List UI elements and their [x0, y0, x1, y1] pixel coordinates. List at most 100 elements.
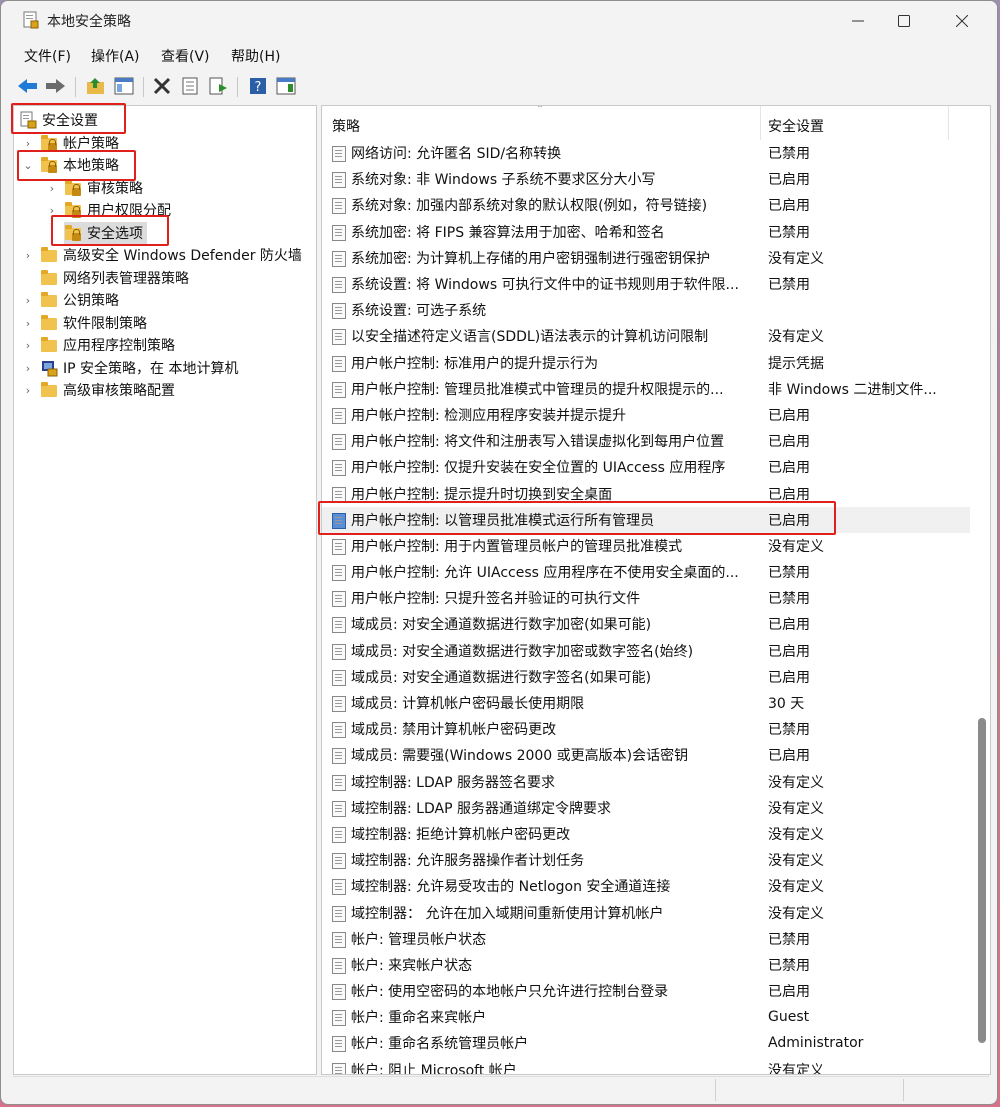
toolbar-separator [237, 77, 238, 97]
delete-x-icon [153, 77, 171, 95]
policy-name: 用户帐户控制: 仅提升安装在安全位置的 UIAccess 应用程序 [351, 460, 726, 477]
menu-help[interactable]: 帮助(H) [231, 46, 280, 66]
table-row[interactable]: 域控制器: LDAP 服务器通道绑定令牌要求 没有定义 [322, 795, 970, 821]
tree-item-security-options[interactable]: 安全选项 [64, 222, 147, 244]
minimize-button[interactable] [835, 7, 881, 35]
tree-item-label: 安全选项 [87, 226, 143, 242]
chevron-right-icon[interactable]: › [22, 137, 34, 150]
chevron-right-icon[interactable]: › [22, 339, 34, 352]
policy-name: 用户帐户控制: 检测应用程序安装并提示提升 [351, 407, 627, 424]
table-row[interactable]: 用户帐户控制: 用于内置管理员帐户的管理员批准模式 没有定义 [322, 533, 970, 559]
chevron-right-icon[interactable]: › [22, 317, 34, 330]
column-divider[interactable] [760, 106, 761, 140]
tree-item-public-key[interactable]: › 公钥策略 [22, 289, 119, 311]
chevron-right-icon[interactable]: › [46, 182, 58, 195]
table-row[interactable]: 帐户: 来宾帐户状态 已禁用 [322, 952, 970, 978]
table-row[interactable]: 系统加密: 为计算机上存储的用户密钥强制进行强密钥保护 没有定义 [322, 245, 970, 271]
tree-item-label: 本地策略 [63, 158, 119, 174]
policy-name: 域成员: 计算机帐户密码最长使用期限 [351, 696, 585, 713]
table-row[interactable]: 用户帐户控制: 检测应用程序安装并提示提升 已启用 [322, 402, 970, 428]
table-row[interactable]: 以安全描述符定义语言(SDDL)语法表示的计算机访问限制 没有定义 [322, 323, 970, 349]
chevron-right-icon[interactable]: › [46, 204, 58, 217]
table-row[interactable]: 域控制器: 拒绝计算机帐户密码更改 没有定义 [322, 821, 970, 847]
column-header-policy[interactable]: 策略 [332, 116, 360, 136]
menu-action[interactable]: 操作(A) [91, 46, 140, 66]
policy-icon [330, 1035, 346, 1053]
table-row[interactable]: 域成员: 需要强(Windows 2000 或更高版本)会话密钥 已启用 [322, 742, 970, 768]
tree-item-software-restriction[interactable]: › 软件限制策略 [22, 312, 147, 334]
table-row[interactable]: 帐户: 管理员帐户状态 已禁用 [322, 926, 970, 952]
table-row[interactable]: 域成员: 计算机帐户密码最长使用期限 30 天 [322, 690, 970, 716]
table-row[interactable]: 域成员: 对安全通道数据进行数字加密或数字签名(始终) 已启用 [322, 638, 970, 664]
table-row[interactable]: 网络访问: 允许匿名 SID/名称转换 已禁用 [322, 140, 970, 166]
tree-item-advanced-audit[interactable]: › 高级审核策略配置 [22, 379, 175, 401]
policy-name: 用户帐户控制: 允许 UIAccess 应用程序在不使用安全桌面的... [351, 565, 739, 582]
table-row[interactable]: 域成员: 对安全通道数据进行数字签名(如果可能) 已启用 [322, 664, 970, 690]
table-row[interactable]: 域控制器： 允许在加入域期间重新使用计算机帐户 没有定义 [322, 899, 970, 925]
chevron-right-icon[interactable]: › [22, 249, 34, 262]
table-row[interactable]: 用户帐户控制: 允许 UIAccess 应用程序在不使用安全桌面的... 已禁用 [322, 559, 970, 585]
show-hide-tree-button[interactable] [113, 75, 135, 97]
tree-item-security-settings[interactable]: 安全设置 [19, 109, 98, 131]
tree-item-network-list[interactable]: 网络列表管理器策略 [40, 267, 189, 289]
policy-icon [330, 852, 346, 870]
table-row[interactable]: 系统对象: 加强内部系统对象的默认权限(例如，符号链接) 已启用 [322, 192, 970, 218]
table-row[interactable]: 帐户: 重命名系统管理员帐户 Administrator [322, 1030, 970, 1056]
table-row[interactable]: 系统加密: 将 FIPS 兼容算法用于加密、哈希和签名 已禁用 [322, 219, 970, 245]
vertical-scrollbar[interactable] [978, 718, 986, 1043]
back-button[interactable] [17, 75, 39, 97]
tree-item-app-control[interactable]: › 应用程序控制策略 [22, 334, 175, 356]
policy-setting: 没有定义 [768, 774, 824, 791]
chevron-right-icon[interactable]: › [22, 384, 34, 397]
table-row[interactable]: 用户帐户控制: 管理员批准模式中管理员的提升权限提示的... 非 Windows … [322, 376, 970, 402]
tree-item-ip-security[interactable]: › IP 安全策略，在 本地计算机 [22, 357, 238, 379]
maximize-button[interactable] [881, 7, 927, 35]
table-row[interactable]: 域成员: 对安全通道数据进行数字加密(如果可能) 已启用 [322, 611, 970, 637]
tree-item-account-policies[interactable]: › 帐户策略 [22, 132, 119, 154]
table-row[interactable]: 用户帐户控制: 将文件和注册表写入错误虚拟化到每用户位置 已启用 [322, 428, 970, 454]
table-row[interactable]: 帐户: 使用空密码的本地帐户只允许进行控制台登录 已启用 [322, 978, 970, 1004]
folder-lock-icon [64, 179, 82, 197]
table-row[interactable]: 用户帐户控制: 以管理员批准模式运行所有管理员 已启用 [322, 506, 970, 533]
table-row[interactable]: 用户帐户控制: 提示提升时切换到安全桌面 已启用 [322, 480, 970, 506]
delete-button[interactable] [151, 75, 173, 97]
policy-name: 帐户: 管理员帐户状态 [351, 931, 487, 948]
table-row[interactable]: 域控制器: 允许易受攻击的 Netlogon 安全通道连接 没有定义 [322, 873, 970, 899]
properties-button[interactable] [179, 75, 201, 97]
policy-setting: 没有定义 [768, 879, 824, 896]
up-level-button[interactable] [85, 75, 107, 97]
policy-icon [330, 721, 346, 739]
table-row[interactable]: 用户帐户控制: 只提升签名并验证的可执行文件 已禁用 [322, 585, 970, 611]
table-row[interactable]: 用户帐户控制: 标准用户的提升提示行为 提示凭据 [322, 350, 970, 376]
policy-setting: 已启用 [768, 407, 810, 424]
chevron-down-icon[interactable]: ⌄ [22, 159, 34, 172]
tree-item-local-policies[interactable]: ⌄ 本地策略 [22, 154, 119, 176]
menu-file[interactable]: 文件(F) [24, 46, 71, 66]
show-action-pane-button[interactable] [275, 75, 297, 97]
column-divider[interactable] [948, 106, 949, 140]
menu-view[interactable]: 查看(V) [161, 46, 210, 66]
table-row[interactable]: 域控制器: 允许服务器操作者计划任务 没有定义 [322, 847, 970, 873]
policy-setting: 已禁用 [768, 722, 810, 739]
column-header-setting[interactable]: 安全设置 [768, 116, 824, 136]
chevron-right-icon[interactable]: › [22, 362, 34, 375]
help-button[interactable]: ? [247, 75, 269, 97]
table-row[interactable]: 系统对象: 非 Windows 子系统不要求区分大小写 已启用 [322, 166, 970, 192]
table-row[interactable]: 用户帐户控制: 仅提升安装在安全位置的 UIAccess 应用程序 已启用 [322, 454, 970, 480]
tree-item-user-rights[interactable]: › 用户权限分配 [46, 199, 171, 221]
chevron-right-icon[interactable]: › [22, 294, 34, 307]
policy-name: 域成员: 禁用计算机帐户密码更改 [351, 722, 557, 739]
table-row[interactable]: 系统设置: 将 Windows 可执行文件中的证书规则用于软件限... 已禁用 [322, 271, 970, 297]
table-row[interactable]: 系统设置: 可选子系统 [322, 297, 970, 323]
tree-item-label: 安全设置 [42, 113, 98, 129]
close-button[interactable] [939, 7, 985, 35]
table-row[interactable]: 域控制器: LDAP 服务器签名要求 没有定义 [322, 769, 970, 795]
policy-setting: 已禁用 [768, 277, 810, 294]
tree-item-audit-policy[interactable]: › 审核策略 [46, 177, 143, 199]
forward-button[interactable] [45, 75, 67, 97]
table-row[interactable]: 帐户: 阻止 Microsoft 帐户 没有定义 [322, 1057, 970, 1074]
tree-item-defender-firewall[interactable]: › 高级安全 Windows Defender 防火墙 [22, 244, 302, 266]
export-list-button[interactable] [207, 75, 229, 97]
table-row[interactable]: 帐户: 重命名来宾帐户 Guest [322, 1004, 970, 1030]
table-row[interactable]: 域成员: 禁用计算机帐户密码更改 已禁用 [322, 716, 970, 742]
